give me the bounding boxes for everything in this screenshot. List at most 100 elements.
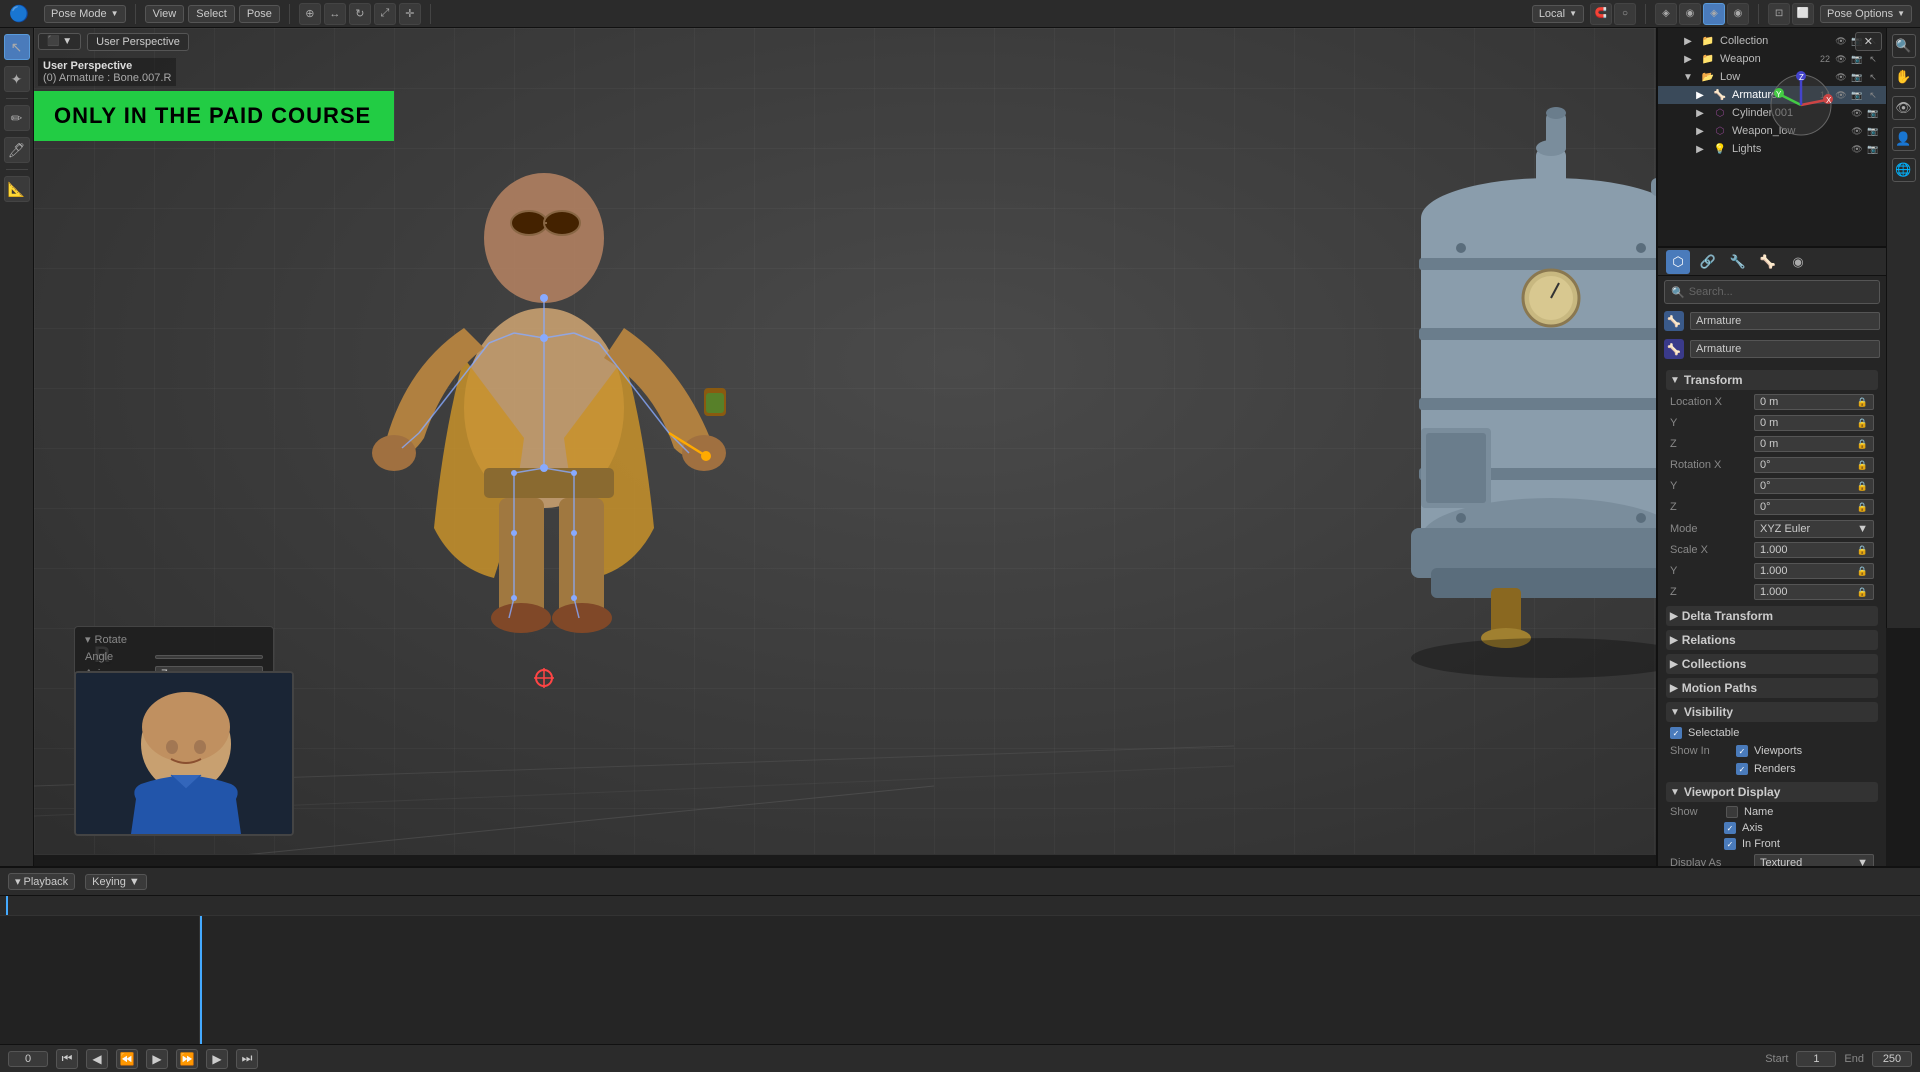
start-frame[interactable]: 1	[1796, 1051, 1836, 1067]
next-frame-btn[interactable]: ▶	[206, 1049, 228, 1069]
main-viewport[interactable]: ⬛ ▼ User Perspective ✕ User Perspective …	[34, 28, 1886, 866]
scale-tool[interactable]: ⤢	[374, 3, 396, 25]
transform-tool[interactable]: ✛	[399, 3, 421, 25]
object-name-input[interactable]: Armature	[1690, 312, 1880, 330]
rotation-mode-value[interactable]: XYZ Euler ▼	[1754, 520, 1874, 538]
jump-start-btn[interactable]: ⏮	[56, 1049, 78, 1069]
wlow-rnd[interactable]: 📷	[1866, 124, 1880, 138]
scale-z-value[interactable]: 1.000 🔒	[1754, 584, 1874, 600]
props-tab-material[interactable]: ◉	[1786, 250, 1810, 274]
renders-checkbox[interactable]: ✓	[1736, 763, 1748, 775]
vp-icon-3[interactable]: 👁	[1892, 96, 1916, 120]
scale-x-value[interactable]: 1.000 🔒	[1754, 542, 1874, 558]
selectable-checkbox[interactable]: ✓	[1670, 727, 1682, 739]
proportional-icon[interactable]: ○	[1614, 3, 1636, 25]
props-tab-data[interactable]: 🦴	[1756, 250, 1780, 274]
weapon-vis[interactable]: 👁	[1834, 52, 1848, 66]
outliner-item-weapon[interactable]: ▶ 📁 Weapon 22 👁 📷 ↖	[1658, 50, 1886, 68]
viewport-mode-btn[interactable]: ⬛ ▼	[38, 33, 81, 50]
weapon-sel[interactable]: ↖	[1866, 52, 1880, 66]
menu-select[interactable]: Select	[188, 5, 235, 23]
vp-icon-4[interactable]: 👤	[1892, 127, 1916, 151]
rotation-z-value[interactable]: 0° 🔒	[1754, 499, 1874, 515]
tweak-tool-btn[interactable]: ✦	[4, 66, 30, 92]
move-tool[interactable]: ↔	[324, 3, 346, 25]
timeline-track-area[interactable]	[200, 916, 1920, 1044]
props-tab-modifiers[interactable]: 🔧	[1726, 250, 1750, 274]
vp-icon-2[interactable]: ✋	[1892, 65, 1916, 89]
rotation-y-value[interactable]: 0° 🔒	[1754, 478, 1874, 494]
viewports-checkbox[interactable]: ✓	[1736, 745, 1748, 757]
arm-rnd[interactable]: 📷	[1850, 88, 1864, 102]
location-z-value[interactable]: 0 m 🔒	[1754, 436, 1874, 452]
show-name-checkbox[interactable]	[1726, 806, 1738, 818]
playback-menu[interactable]: ▾ Playback	[8, 873, 75, 890]
collections-header[interactable]: ▶ Collections	[1666, 654, 1878, 674]
lights-vis[interactable]: 👁	[1850, 142, 1864, 156]
viewport-shading-3[interactable]: ◈	[1703, 3, 1725, 25]
viewport-close-btn[interactable]: ✕	[1855, 32, 1882, 51]
motion-paths-header[interactable]: ▶ Motion Paths	[1666, 678, 1878, 698]
wlow-vis[interactable]: 👁	[1850, 124, 1864, 138]
low-rnd[interactable]: 📷	[1850, 70, 1864, 84]
measure-tool-btn[interactable]: 📐	[4, 176, 30, 202]
annotate-tool-btn[interactable]: 🖊	[4, 137, 30, 163]
vp-icon-5[interactable]: 🌐	[1892, 158, 1916, 182]
visibility-header[interactable]: ▼ Visibility	[1666, 702, 1878, 722]
viewport-shading-2[interactable]: ◉	[1679, 3, 1701, 25]
rotate-tool[interactable]: ↻	[349, 3, 371, 25]
rotation-x-value[interactable]: 0° 🔒	[1754, 457, 1874, 473]
viewport-perspective-btn[interactable]: User Perspective	[87, 33, 189, 51]
current-frame-display[interactable]: 0	[8, 1051, 48, 1067]
keying-menu[interactable]: Keying ▼	[85, 874, 147, 890]
props-tab-constraints[interactable]: 🔗	[1696, 250, 1720, 274]
blender-icon[interactable]: 🔵	[6, 1, 32, 27]
props-search-bar[interactable]: 🔍 Search...	[1664, 280, 1880, 304]
draw-tool-btn[interactable]: ✏	[4, 105, 30, 131]
scale-z-lock[interactable]: 🔒	[1857, 587, 1868, 598]
prev-frame-btn[interactable]: ◀	[86, 1049, 108, 1069]
jump-end-btn[interactable]: ⏭	[236, 1049, 258, 1069]
select-tool-btn[interactable]: ↖	[4, 34, 30, 60]
viewport-display-header[interactable]: ▼ Viewport Display	[1666, 782, 1878, 802]
armature-data-input[interactable]: Armature	[1690, 340, 1880, 358]
low-vis[interactable]: 👁	[1834, 70, 1848, 84]
relations-header[interactable]: ▶ Relations	[1666, 630, 1878, 650]
location-x-value[interactable]: 0 m 🔒	[1754, 394, 1874, 410]
viewport-shading-1[interactable]: ◈	[1655, 3, 1677, 25]
cyl-rnd[interactable]: 📷	[1866, 106, 1880, 120]
lights-rnd[interactable]: 📷	[1866, 142, 1880, 156]
rotate-angle-value[interactable]	[155, 655, 263, 659]
location-y-value[interactable]: 0 m 🔒	[1754, 415, 1874, 431]
play-btn[interactable]: ▶	[146, 1049, 168, 1069]
weapon-rnd[interactable]: 📷	[1850, 52, 1864, 66]
menu-view[interactable]: View	[145, 5, 185, 23]
vp-icon-1[interactable]: 🔍	[1892, 34, 1916, 58]
in-front-checkbox[interactable]: ✓	[1724, 838, 1736, 850]
overlay-icon[interactable]: ⊡	[1768, 3, 1790, 25]
cursor-tool[interactable]: ⊕	[299, 3, 321, 25]
prev-keyframe-btn[interactable]: ⏪	[116, 1049, 138, 1069]
pose-options-dropdown[interactable]: Pose Options ▼	[1820, 5, 1912, 23]
scale-x-lock[interactable]: 🔒	[1857, 545, 1868, 556]
xray-icon[interactable]: ⬜	[1792, 3, 1814, 25]
transform-section-header[interactable]: ▼ Transform	[1666, 370, 1878, 390]
rotation-z-lock[interactable]: 🔒	[1857, 502, 1868, 513]
scale-y-lock[interactable]: 🔒	[1857, 566, 1868, 577]
arm-vis[interactable]: 👁	[1834, 88, 1848, 102]
navigation-gizmo[interactable]: X Y Z	[1766, 70, 1836, 143]
scale-y-value[interactable]: 1.000 🔒	[1754, 563, 1874, 579]
snap-icon[interactable]: 🧲	[1590, 3, 1612, 25]
next-keyframe-btn[interactable]: ⏩	[176, 1049, 198, 1069]
mode-dropdown[interactable]: Pose Mode ▼	[44, 5, 126, 23]
cyl-vis[interactable]: 👁	[1850, 106, 1864, 120]
delta-transform-header[interactable]: ▶ Delta Transform	[1666, 606, 1878, 626]
rotation-x-lock[interactable]: 🔒	[1857, 460, 1868, 471]
location-x-lock[interactable]: 🔒	[1857, 397, 1868, 408]
location-y-lock[interactable]: 🔒	[1857, 418, 1868, 429]
transform-space-dropdown[interactable]: Local ▼	[1532, 5, 1584, 23]
viewport-shading-4[interactable]: ◉	[1727, 3, 1749, 25]
arm-sel[interactable]: ↖	[1866, 88, 1880, 102]
show-axis-checkbox[interactable]: ✓	[1724, 822, 1736, 834]
end-frame[interactable]: 250	[1872, 1051, 1912, 1067]
